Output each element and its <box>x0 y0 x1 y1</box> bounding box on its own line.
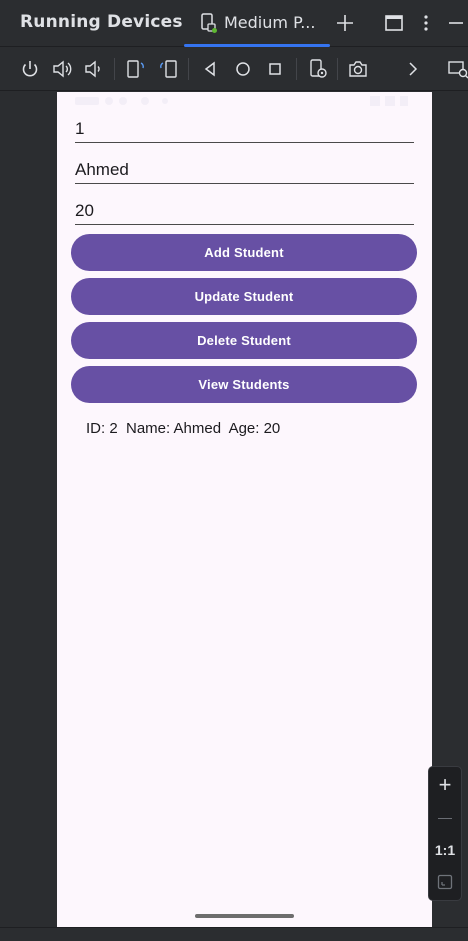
screen-search-icon[interactable] <box>447 58 468 80</box>
device-screen[interactable]: Add Student Update Student Delete Studen… <box>57 92 432 927</box>
volume-down-icon[interactable] <box>82 58 104 80</box>
status-bar <box>57 92 432 110</box>
id-input[interactable] <box>75 115 414 142</box>
chevron-right-icon[interactable] <box>402 58 424 80</box>
panel-title: Running Devices <box>20 12 183 32</box>
zoom-out-button[interactable]: — <box>429 803 461 831</box>
power-icon[interactable] <box>19 58 41 80</box>
overview-icon[interactable] <box>264 58 286 80</box>
rotate-right-icon[interactable] <box>158 58 180 80</box>
home-icon[interactable] <box>232 58 254 80</box>
zoom-out-icon: — <box>438 809 452 825</box>
name-input[interactable] <box>75 156 414 183</box>
name-field[interactable] <box>75 156 414 184</box>
add-student-button[interactable]: Add Student <box>71 234 417 271</box>
age-field[interactable] <box>75 197 414 225</box>
id-field[interactable] <box>75 115 414 143</box>
update-student-button[interactable]: Update Student <box>71 278 417 315</box>
delete-student-button[interactable]: Delete Student <box>71 322 417 359</box>
gesture-home-bar[interactable] <box>195 914 294 918</box>
view-students-button[interactable]: View Students <box>71 366 417 403</box>
zoom-fit-button[interactable] <box>429 869 461 897</box>
tool-window-header: Running Devices Medium P... <box>0 0 468 47</box>
camera-icon[interactable] <box>347 58 369 80</box>
zoom-actual-size-button[interactable]: 1:1 <box>429 836 461 864</box>
device-toolbar <box>0 48 468 91</box>
student-result-text: ID: 2 Name: Ahmed Age: 20 <box>86 420 281 437</box>
zoom-actual-size-label: 1:1 <box>434 842 456 858</box>
toolbar-separator <box>296 58 297 80</box>
back-icon[interactable] <box>199 58 221 80</box>
add-tab-icon[interactable] <box>333 11 357 35</box>
device-tab-icon <box>200 13 218 33</box>
volume-up-icon[interactable] <box>51 58 73 80</box>
zoom-fit-icon <box>437 874 453 893</box>
status-strip <box>0 927 468 941</box>
device-tab-label: Medium P... <box>224 13 316 32</box>
zoom-in-icon: + <box>438 772 452 797</box>
tab-active-indicator <box>184 44 330 47</box>
toolbar-separator <box>337 58 338 80</box>
toolbar-separator <box>114 58 115 80</box>
zoom-in-button[interactable]: + <box>429 771 461 799</box>
zoom-controls: + — 1:1 <box>428 766 462 901</box>
device-settings-icon[interactable] <box>307 58 329 80</box>
window-layout-icon[interactable] <box>382 11 406 35</box>
age-input[interactable] <box>75 197 414 224</box>
more-options-icon[interactable] <box>414 11 438 35</box>
minimize-icon[interactable] <box>444 11 468 35</box>
device-tab[interactable]: Medium P... <box>184 0 330 47</box>
rotate-left-icon[interactable] <box>124 58 146 80</box>
toolbar-separator <box>188 58 189 80</box>
